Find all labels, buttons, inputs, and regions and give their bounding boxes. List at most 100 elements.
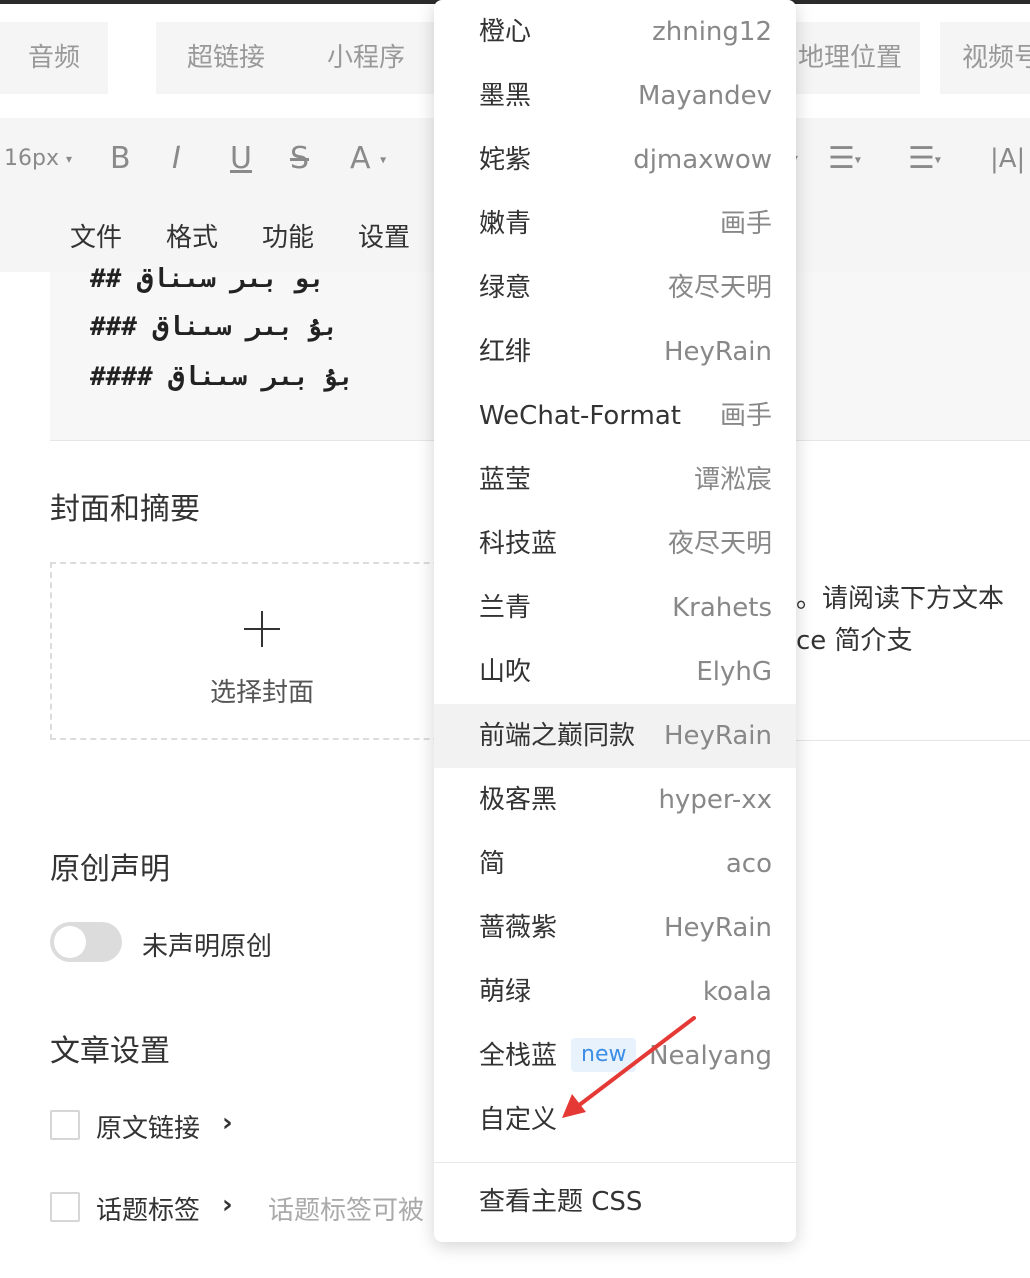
underline-button[interactable]: U bbox=[230, 118, 252, 200]
italic-button[interactable]: I bbox=[172, 118, 181, 200]
chevron-down-icon: ▾ bbox=[854, 152, 861, 167]
tab-audio[interactable]: 音频 bbox=[0, 22, 108, 94]
theme-name: WeChat-Format bbox=[479, 401, 681, 431]
tab-channels[interactable]: 视频号 bbox=[940, 22, 1030, 94]
topic-tags-label: 话题标签 bbox=[96, 1196, 201, 1226]
theme-name: 墨黑 bbox=[479, 81, 532, 111]
theme-name: 科技蓝 bbox=[479, 529, 558, 559]
theme-author: 夜尽天明 bbox=[667, 529, 772, 559]
theme-item[interactable]: 姹紫 djmaxwow bbox=[434, 128, 796, 192]
theme-item-custom[interactable]: 自定义 bbox=[434, 1088, 796, 1152]
topic-tags-hint: 话题标签可被 bbox=[268, 1196, 425, 1226]
theme-name: 全栈蓝 bbox=[479, 1041, 558, 1071]
summary-text-line: 。请阅读下方文本 bbox=[796, 584, 1005, 614]
align-button[interactable]: ☰▾ bbox=[828, 118, 861, 200]
theme-author: HeyRain bbox=[663, 337, 772, 367]
indent-button[interactable]: ☰▾ bbox=[908, 118, 941, 200]
theme-item[interactable]: 简 aco bbox=[434, 832, 796, 896]
original-section-title: 原创声明 bbox=[50, 852, 170, 887]
theme-name: 嫩青 bbox=[479, 209, 532, 239]
divider bbox=[796, 740, 1030, 741]
theme-name: 自定义 bbox=[479, 1105, 558, 1135]
theme-name: 绿意 bbox=[479, 273, 532, 303]
theme-name: 橙心 bbox=[479, 17, 532, 47]
theme-author: HeyRain bbox=[663, 721, 772, 751]
theme-item[interactable]: 兰青 Krahets bbox=[434, 576, 796, 640]
tab-hyperlink[interactable]: 超链接 bbox=[156, 22, 296, 94]
code-line: ### بۇ بىر سىناق bbox=[90, 312, 339, 342]
theme-item[interactable]: 极客黑 hyper-xx bbox=[434, 768, 796, 832]
font-color-button[interactable]: A ▾ bbox=[350, 118, 386, 200]
theme-item[interactable]: 全栈蓝 new Nealyang bbox=[434, 1024, 796, 1088]
code-line: ## بو بىر سىناق bbox=[90, 264, 325, 294]
chevron-right-icon[interactable]: › bbox=[222, 1108, 233, 1138]
source-link-checkbox[interactable] bbox=[50, 1110, 80, 1140]
theme-name: 姹紫 bbox=[479, 145, 532, 175]
theme-name: 蓝莹 bbox=[479, 465, 532, 495]
bold-button[interactable]: B bbox=[110, 118, 131, 200]
source-link-label: 原文链接 bbox=[96, 1114, 201, 1144]
theme-dropdown-menu: 橙心 zhning12 墨黑 Mayandev 姹紫 djmaxwow 嫩青 画… bbox=[434, 0, 796, 1242]
theme-item[interactable]: 山吹 ElyhG bbox=[434, 640, 796, 704]
menu-settings[interactable]: 设置 bbox=[358, 200, 410, 276]
theme-name: 红绯 bbox=[479, 337, 532, 367]
theme-item-highlighted[interactable]: 前端之巅同款 HeyRain bbox=[434, 704, 796, 768]
cover-section-title: 封面和摘要 bbox=[50, 492, 200, 527]
theme-item[interactable]: 嫩青 画手 bbox=[434, 192, 796, 256]
view-theme-css-label: 查看主题 CSS bbox=[479, 1187, 643, 1217]
topic-tags-checkbox[interactable] bbox=[50, 1192, 80, 1222]
select-cover-label: 选择封面 bbox=[209, 678, 314, 708]
summary-text-line: ce 简介支 bbox=[796, 626, 913, 656]
theme-author: Mayandev bbox=[637, 81, 772, 111]
plus-icon bbox=[242, 609, 282, 649]
align-icon: ☰ bbox=[828, 141, 855, 176]
theme-author: Krahets bbox=[672, 593, 772, 623]
article-settings-title: 文章设置 bbox=[50, 1034, 170, 1069]
font-size-value: 16px bbox=[4, 146, 59, 171]
theme-item[interactable]: 蓝莹 谭淞宸 bbox=[434, 448, 796, 512]
chevron-right-icon[interactable]: › bbox=[222, 1190, 233, 1220]
select-cover-button[interactable]: 选择封面 bbox=[50, 562, 470, 740]
theme-author: hyper-xx bbox=[658, 785, 772, 815]
menu-divider bbox=[434, 1162, 796, 1163]
theme-author: ElyhG bbox=[696, 657, 772, 687]
strikethrough-button[interactable]: S bbox=[290, 118, 309, 200]
theme-item[interactable]: WeChat-Format 画手 bbox=[434, 384, 796, 448]
theme-author: 谭淞宸 bbox=[693, 465, 772, 495]
theme-name: 山吹 bbox=[479, 657, 532, 687]
theme-author: aco bbox=[725, 849, 772, 879]
text-direction-button[interactable]: |A| bbox=[990, 118, 1025, 200]
theme-name: 简 bbox=[479, 849, 506, 879]
theme-author: 画手 bbox=[719, 401, 772, 431]
theme-author: 夜尽天明 bbox=[667, 273, 772, 303]
chevron-down-icon: ▾ bbox=[934, 152, 941, 167]
theme-item[interactable]: 橙心 zhning12 bbox=[434, 0, 796, 64]
chevron-down-icon: ▾ bbox=[380, 152, 387, 167]
theme-item[interactable]: 红绯 HeyRain bbox=[434, 320, 796, 384]
font-size-select[interactable]: 16px ▾ bbox=[4, 118, 72, 200]
chevron-down-icon: ▾ bbox=[65, 152, 73, 166]
theme-name: 萌绿 bbox=[479, 977, 532, 1007]
theme-name: 蔷薇紫 bbox=[479, 913, 558, 943]
theme-item[interactable]: 蔷薇紫 HeyRain bbox=[434, 896, 796, 960]
tab-location[interactable]: 地理位置 bbox=[780, 22, 920, 94]
font-color-icon: A bbox=[350, 141, 371, 176]
theme-name: 前端之巅同款 bbox=[479, 721, 636, 751]
theme-name: 极客黑 bbox=[479, 785, 558, 815]
code-line: #### بۇ بىر سىناق bbox=[90, 362, 354, 392]
theme-item[interactable]: 墨黑 Mayandev bbox=[434, 64, 796, 128]
theme-author: zhning12 bbox=[652, 17, 772, 47]
tab-mini-program[interactable]: 小程序 bbox=[296, 22, 436, 94]
theme-item[interactable]: 萌绿 koala bbox=[434, 960, 796, 1024]
theme-author: koala bbox=[702, 977, 772, 1007]
theme-author: Nealyang bbox=[649, 1041, 772, 1071]
theme-author: HeyRain bbox=[663, 913, 772, 943]
theme-author: 画手 bbox=[719, 209, 772, 239]
theme-item[interactable]: 科技蓝 夜尽天明 bbox=[434, 512, 796, 576]
view-theme-css-button[interactable]: 查看主题 CSS bbox=[434, 1170, 796, 1234]
original-toggle-label: 未声明原创 bbox=[142, 932, 273, 962]
theme-author: djmaxwow bbox=[633, 145, 772, 175]
indent-icon: ☰ bbox=[908, 141, 935, 176]
theme-item[interactable]: 绿意 夜尽天明 bbox=[434, 256, 796, 320]
original-toggle[interactable] bbox=[50, 922, 122, 962]
